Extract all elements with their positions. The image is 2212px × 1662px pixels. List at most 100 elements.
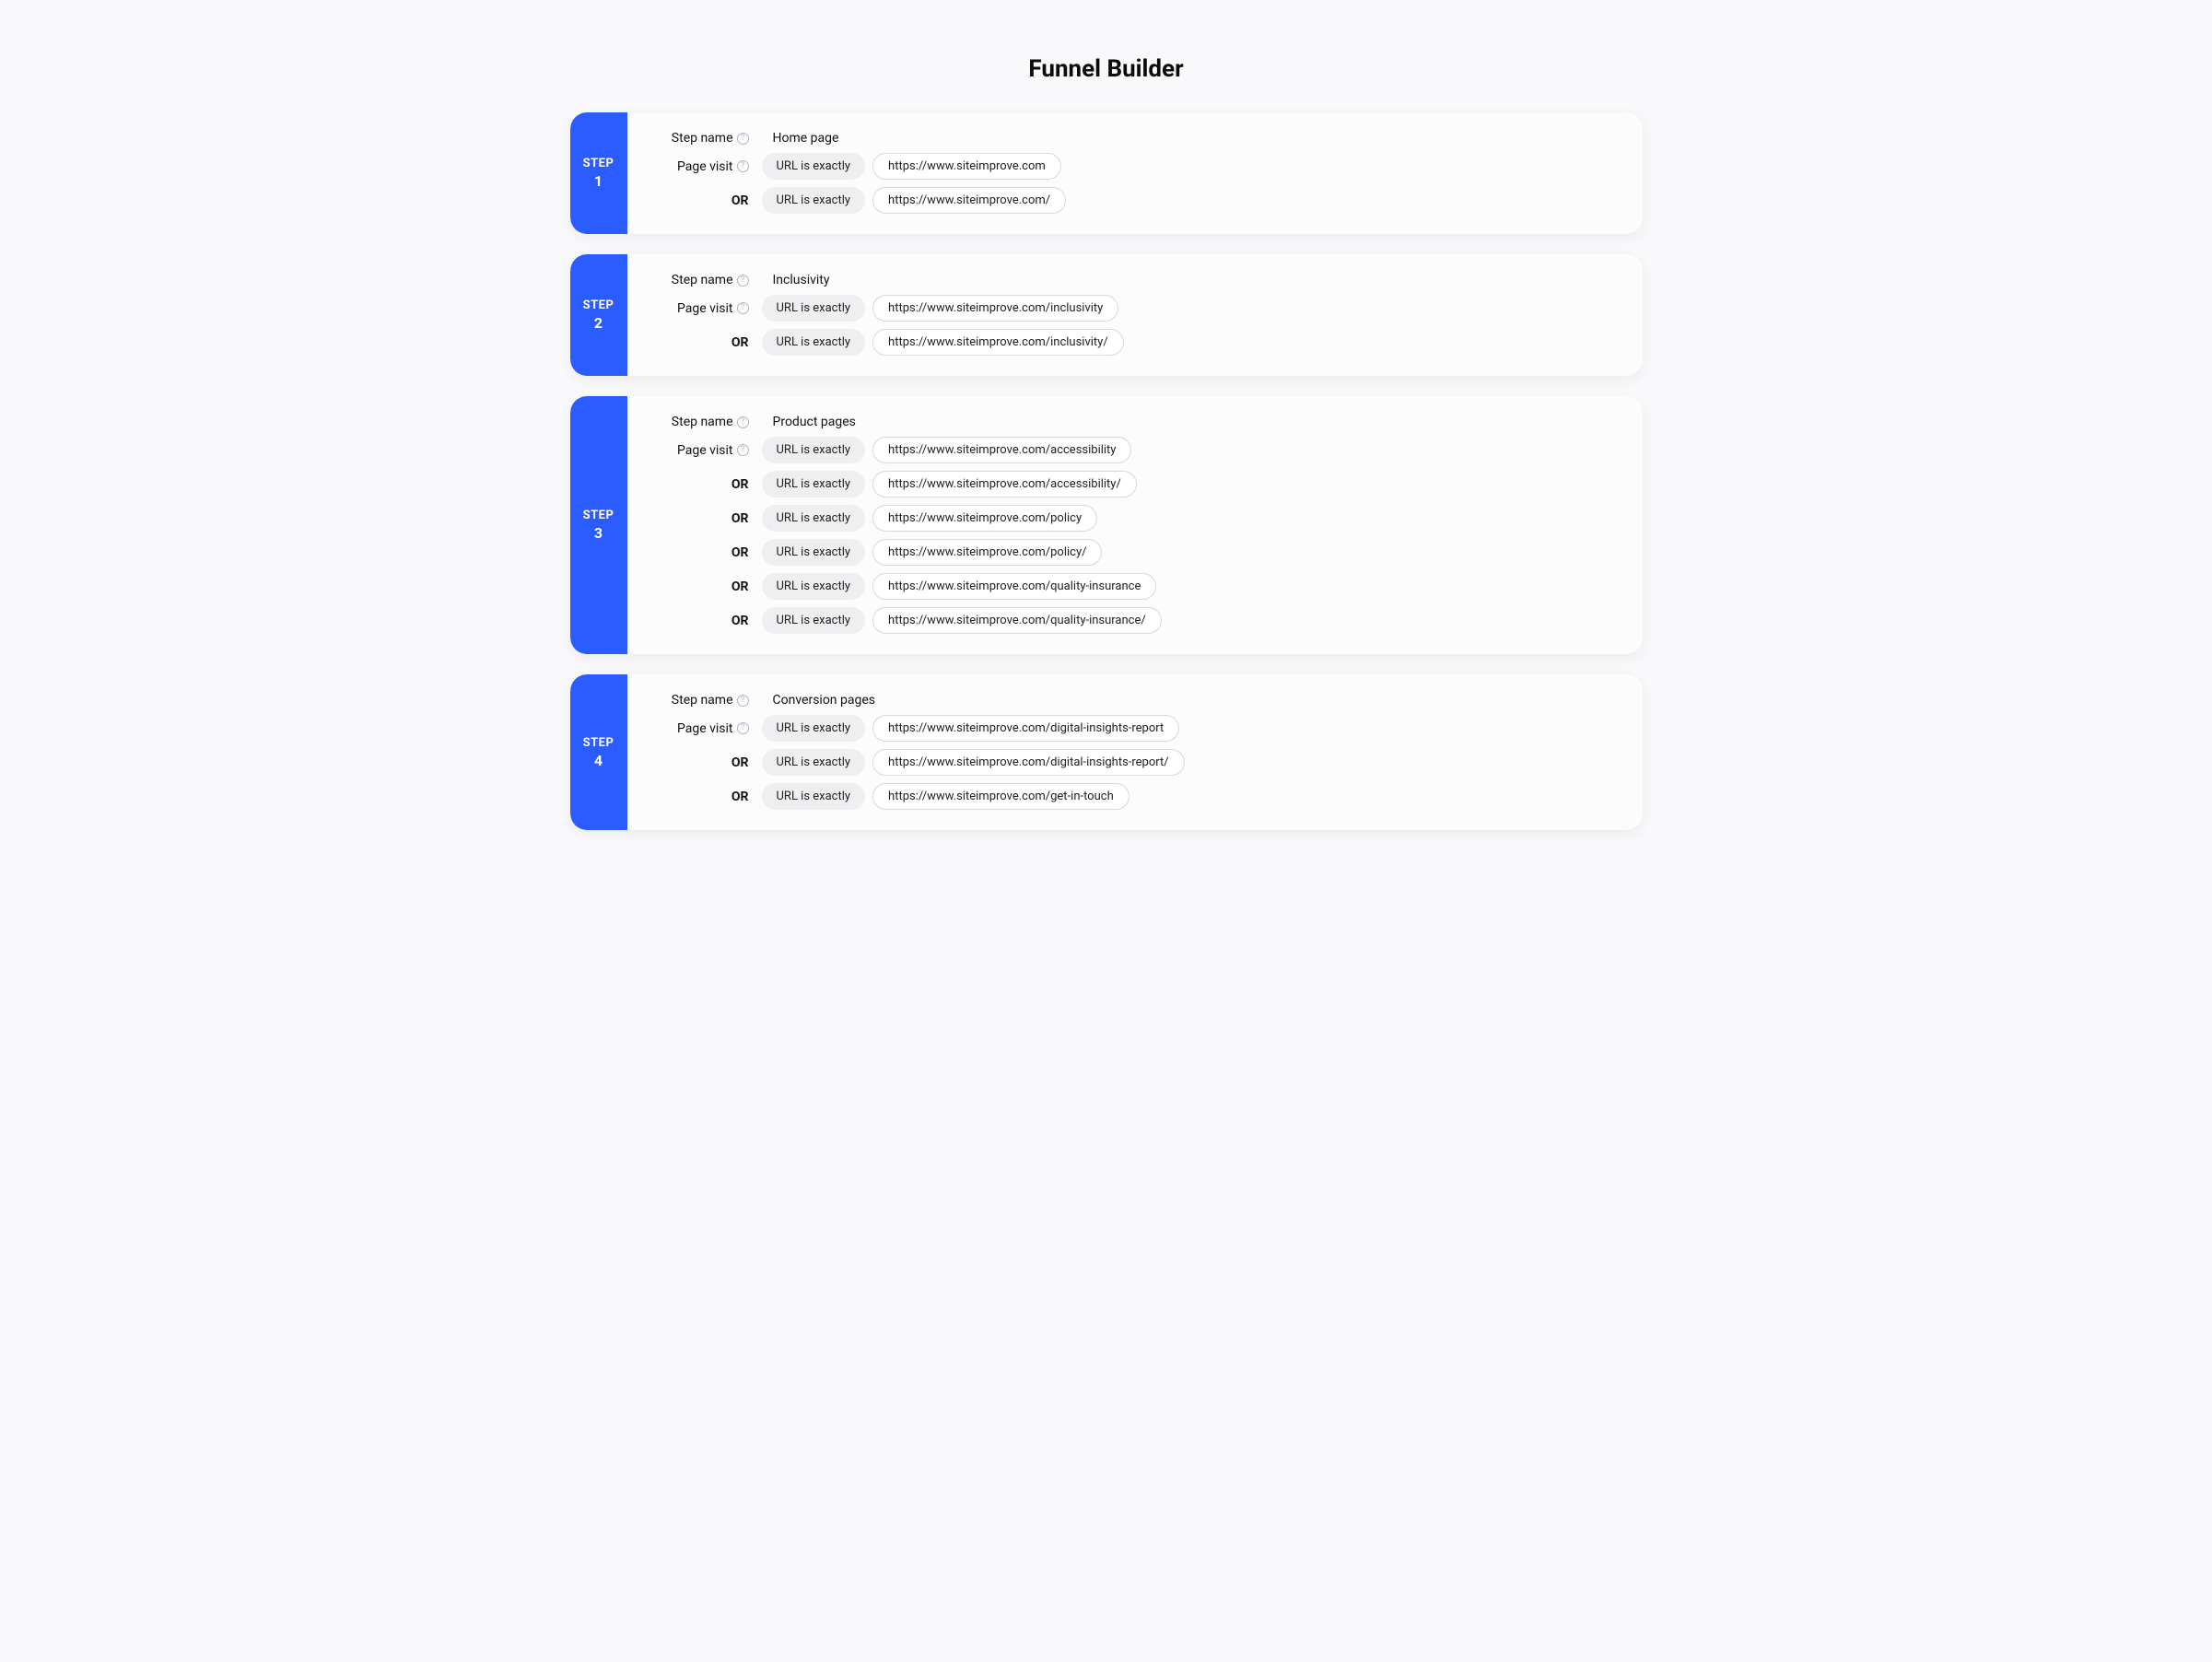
step-name-value[interactable]: Conversion pages bbox=[773, 693, 876, 708]
url-value-pill[interactable]: https://www.siteimprove.com/policy/ bbox=[872, 539, 1102, 566]
step-sidebar: STEP3 bbox=[570, 396, 627, 654]
page-visit-label-cell: Page visit? bbox=[650, 721, 751, 736]
url-value-pill[interactable]: https://www.siteimprove.com/digital-insi… bbox=[872, 749, 1185, 776]
step-card: STEP3 Step name? Product pages Page visit? U… bbox=[570, 396, 1643, 654]
url-value-pill[interactable]: https://www.siteimprove.com/policy bbox=[872, 505, 1097, 532]
url-value-pill[interactable]: https://www.siteimprove.com/inclusivity bbox=[872, 295, 1118, 322]
step-name-label-cell: Step name? bbox=[650, 131, 751, 146]
page-visit-label: Page visit bbox=[677, 443, 733, 458]
match-type-pill[interactable]: URL is exactly bbox=[762, 715, 866, 742]
condition-pill-group: URL is exactlyhttps://www.siteimprove.co… bbox=[762, 573, 1157, 600]
step-number: 1 bbox=[594, 172, 603, 190]
or-label-cell: OR bbox=[650, 790, 751, 804]
match-type-pill[interactable]: URL is exactly bbox=[762, 153, 866, 180]
condition-pill-group: URL is exactlyhttps://www.siteimprove.co… bbox=[762, 295, 1119, 322]
condition-pill-group: URL is exactlyhttps://www.siteimprove.co… bbox=[762, 715, 1180, 742]
step-word: STEP bbox=[583, 736, 614, 750]
url-value-pill[interactable]: https://www.siteimprove.com/ bbox=[872, 187, 1066, 214]
help-icon[interactable]: ? bbox=[737, 302, 749, 314]
help-icon[interactable]: ? bbox=[737, 416, 749, 428]
condition-row: OR URL is exactlyhttps://www.siteimprove.… bbox=[650, 471, 1621, 497]
url-value-pill[interactable]: https://www.siteimprove.com/quality-insu… bbox=[872, 607, 1162, 634]
url-value-pill[interactable]: https://www.siteimprove.com bbox=[872, 153, 1061, 180]
condition-pill-group: URL is exactlyhttps://www.siteimprove.co… bbox=[762, 187, 1067, 214]
match-type-pill[interactable]: URL is exactly bbox=[762, 573, 866, 600]
or-label-cell: OR bbox=[650, 335, 751, 350]
match-type-pill[interactable]: URL is exactly bbox=[762, 607, 866, 634]
match-type-pill[interactable]: URL is exactly bbox=[762, 783, 866, 810]
match-type-pill[interactable]: URL is exactly bbox=[762, 539, 866, 566]
condition-row: OR URL is exactlyhttps://www.siteimprove.… bbox=[650, 505, 1621, 532]
condition-pill-group: URL is exactlyhttps://www.siteimprove.co… bbox=[762, 749, 1185, 776]
or-label-cell: OR bbox=[650, 579, 751, 594]
help-icon[interactable]: ? bbox=[737, 444, 749, 456]
match-type-pill[interactable]: URL is exactly bbox=[762, 471, 866, 497]
step-word: STEP bbox=[583, 298, 614, 312]
page-visit-label: Page visit bbox=[677, 301, 733, 316]
condition-pill-group: URL is exactlyhttps://www.siteimprove.co… bbox=[762, 539, 1103, 566]
condition-pill-group: URL is exactlyhttps://www.siteimprove.co… bbox=[762, 437, 1132, 463]
step-name-label: Step name bbox=[672, 415, 733, 429]
match-type-pill[interactable]: URL is exactly bbox=[762, 187, 866, 214]
or-label-cell: OR bbox=[650, 614, 751, 628]
match-type-pill[interactable]: URL is exactly bbox=[762, 295, 866, 322]
or-label-cell: OR bbox=[650, 511, 751, 526]
url-value-pill[interactable]: https://www.siteimprove.com/accessibilit… bbox=[872, 437, 1131, 463]
condition-pill-group: URL is exactlyhttps://www.siteimprove.co… bbox=[762, 505, 1098, 532]
step-name-value[interactable]: Inclusivity bbox=[773, 273, 830, 287]
step-name-label-cell: Step name? bbox=[650, 693, 751, 708]
step-name-label-cell: Step name? bbox=[650, 273, 751, 287]
url-value-pill[interactable]: https://www.siteimprove.com/inclusivity/ bbox=[872, 329, 1124, 356]
step-sidebar: STEP 2 bbox=[570, 254, 627, 376]
match-type-pill[interactable]: URL is exactly bbox=[762, 329, 866, 356]
url-value-pill[interactable]: https://www.siteimprove.com/quality-insu… bbox=[872, 573, 1156, 600]
match-type-pill[interactable]: URL is exactly bbox=[762, 749, 866, 776]
or-label: OR bbox=[731, 511, 749, 526]
step-name-value[interactable]: Product pages bbox=[773, 415, 856, 429]
or-label-cell: OR bbox=[650, 545, 751, 560]
step-card: STEP1Step name?Home pagePage visit?URL i… bbox=[570, 112, 1643, 234]
or-label-cell: OR bbox=[650, 477, 751, 492]
step-card: STEP 2 Step name? Inclusivity Page visit? URL… bbox=[570, 254, 1643, 376]
help-icon[interactable]: ? bbox=[737, 695, 749, 707]
or-label: OR bbox=[731, 335, 749, 350]
match-type-pill[interactable]: URL is exactly bbox=[762, 505, 866, 532]
step-name-value[interactable]: Home page bbox=[773, 131, 839, 146]
condition-pill-group: URL is exactlyhttps://www.siteimprove.co… bbox=[762, 783, 1129, 810]
or-label: OR bbox=[731, 790, 749, 804]
help-icon[interactable]: ? bbox=[737, 275, 749, 287]
condition-row: Page visit? URL is exactlyhttps://www.sit… bbox=[650, 715, 1621, 742]
step-body: Step name? Conversion pages Page visit? URL… bbox=[627, 674, 1643, 830]
step-word: STEP bbox=[583, 157, 614, 170]
step-name-label: Step name bbox=[672, 273, 733, 287]
url-value-pill[interactable]: https://www.siteimprove.com/get-in-touch bbox=[872, 783, 1129, 810]
help-icon[interactable]: ? bbox=[737, 133, 749, 145]
or-label: OR bbox=[731, 545, 749, 560]
condition-pill-group: URL is exactlyhttps://www.siteimprove.co… bbox=[762, 471, 1137, 497]
condition-row: OR URL is exactlyhttps://www.siteimprove.… bbox=[650, 187, 1621, 214]
step-number: 2 bbox=[594, 314, 603, 332]
url-value-pill[interactable]: https://www.siteimprove.com/accessibilit… bbox=[872, 471, 1137, 497]
or-label: OR bbox=[731, 477, 749, 492]
condition-pill-group: URL is exactlyhttps://www.siteimprove.co… bbox=[762, 329, 1124, 356]
url-value-pill[interactable]: https://www.siteimprove.com/digital-insi… bbox=[872, 715, 1179, 742]
step-name-label: Step name bbox=[672, 131, 733, 146]
funnel-builder-page: Funnel Builder STEP 1 Step name? Home page P… bbox=[526, 18, 1687, 906]
page-title: Funnel Builder bbox=[570, 55, 1643, 83]
help-icon[interactable]: ? bbox=[737, 160, 749, 172]
or-label: OR bbox=[731, 193, 749, 208]
condition-row: OR URL is exactlyhttps://www.siteimprove.… bbox=[650, 607, 1621, 634]
help-icon[interactable]: ? bbox=[737, 722, 749, 734]
step-body: Step name? Product pages Page visit? URL is… bbox=[627, 396, 1643, 654]
or-label: OR bbox=[731, 579, 749, 594]
or-label: OR bbox=[731, 614, 749, 628]
step-number: 3 bbox=[594, 524, 603, 542]
step-name-row: Step name? Home page bbox=[650, 131, 1621, 146]
or-label-cell: OR bbox=[650, 193, 751, 208]
page-visit-label-cell: Page visit? bbox=[650, 301, 751, 316]
match-type-pill[interactable]: URL is exactly bbox=[762, 437, 866, 463]
or-label: OR bbox=[731, 755, 749, 770]
condition-row: Page visit? URL is exactlyhttps://www.sit… bbox=[650, 437, 1621, 463]
step-number: 4 bbox=[594, 752, 603, 769]
condition-row: OR URL is exactlyhttps://www.siteimprove.… bbox=[650, 749, 1621, 776]
